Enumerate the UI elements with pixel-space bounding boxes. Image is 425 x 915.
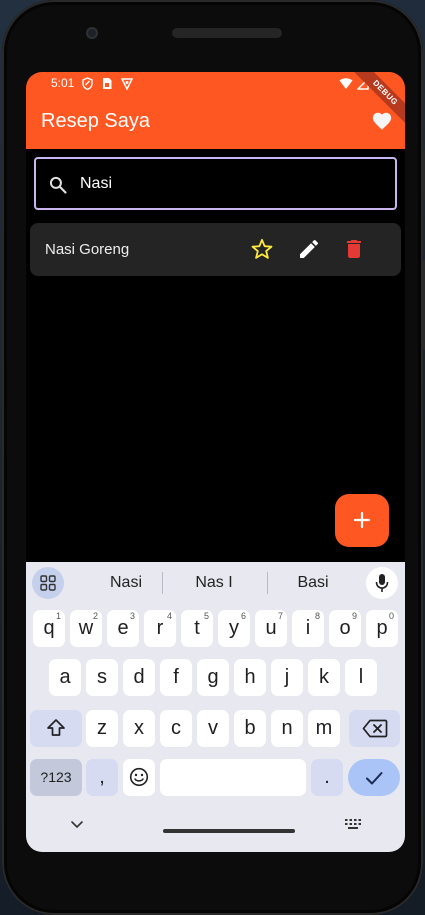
key-y[interactable]: y6 xyxy=(218,610,250,647)
search-icon xyxy=(49,176,67,194)
app-title: Resep Saya xyxy=(41,110,150,132)
key-g[interactable]: g xyxy=(197,659,229,696)
shift-key[interactable] xyxy=(30,710,82,747)
enter-check-icon xyxy=(366,772,383,785)
key-z[interactable]: z xyxy=(86,710,118,747)
key-v[interactable]: v xyxy=(197,710,229,747)
emoji-key[interactable] xyxy=(123,759,155,796)
suggestion-bar: Nasi Nas I Basi xyxy=(26,562,405,602)
earpiece-speaker xyxy=(172,28,282,38)
key-e[interactable]: e3 xyxy=(107,610,139,647)
app-screen: 5:01 Resep Saya DEBUG Nasi Nasi Goreng N… xyxy=(26,72,405,852)
suggestion-1[interactable]: Nasi xyxy=(86,574,166,592)
suggestion-divider xyxy=(162,572,163,594)
key-j[interactable]: j xyxy=(271,659,303,696)
recipe-list-item[interactable]: Nasi Goreng xyxy=(30,223,401,276)
search-input[interactable] xyxy=(80,170,380,198)
shield-status-icon xyxy=(82,77,93,90)
key-m[interactable]: m xyxy=(308,710,340,747)
symbols-key[interactable]: ?123 xyxy=(30,759,82,796)
backspace-icon xyxy=(362,719,388,738)
key-l[interactable]: l xyxy=(345,659,377,696)
key-k[interactable]: k xyxy=(308,659,340,696)
voice-input-button[interactable] xyxy=(366,567,398,599)
chevron-down-icon[interactable] xyxy=(70,820,84,830)
plus-icon xyxy=(353,511,371,529)
key-w[interactable]: w2 xyxy=(70,610,102,647)
suggestion-3[interactable]: Basi xyxy=(273,574,353,592)
soft-keyboard: Nasi Nas I Basi q1 w2 e 3 r 4 t 5 y 6 u … xyxy=(26,562,405,852)
key-s[interactable]: s xyxy=(86,659,118,696)
key-o[interactable]: o9 xyxy=(329,610,361,647)
sim-card-icon xyxy=(103,78,112,89)
search-field[interactable] xyxy=(34,157,397,210)
add-recipe-fab[interactable] xyxy=(335,494,389,547)
shift-icon xyxy=(47,719,65,736)
grid-icon xyxy=(40,575,56,591)
home-gesture-bar[interactable] xyxy=(163,829,295,833)
key-i[interactable]: i8 xyxy=(292,610,324,647)
key-h[interactable]: h xyxy=(234,659,266,696)
navigation-bar xyxy=(26,807,405,852)
keyboard-menu-button[interactable] xyxy=(32,567,64,599)
emoji-icon xyxy=(129,767,149,787)
status-time: 5:01 xyxy=(51,76,75,90)
suggestion-divider xyxy=(267,572,268,594)
phone-frame: 5:01 Resep Saya DEBUG Nasi Nasi Goreng N… xyxy=(2,0,425,915)
key-f[interactable]: f xyxy=(160,659,192,696)
key-a[interactable]: a xyxy=(49,659,81,696)
key-x[interactable]: x xyxy=(123,710,155,747)
period-key[interactable]: . xyxy=(311,759,343,796)
front-camera xyxy=(86,27,98,39)
space-key[interactable] xyxy=(160,759,306,796)
key-b[interactable]: b xyxy=(234,710,266,747)
comma-key[interactable]: , xyxy=(86,759,118,796)
vpn-status-icon xyxy=(121,78,133,90)
device-background: 5:01 Resep Saya DEBUG Nasi Nasi Goreng N… xyxy=(0,0,425,915)
recipe-name: Nasi Goreng xyxy=(45,241,130,258)
suggestion-2[interactable]: Nas I xyxy=(174,574,254,592)
key-c[interactable]: c xyxy=(160,710,192,747)
edit-pencil-icon[interactable] xyxy=(297,237,321,261)
key-t[interactable]: t5 xyxy=(181,610,213,647)
star-outline-icon[interactable] xyxy=(250,237,274,261)
key-d[interactable]: d xyxy=(123,659,155,696)
key-p[interactable]: p0 xyxy=(366,610,398,647)
mic-icon xyxy=(375,574,389,592)
key-u[interactable]: u7 xyxy=(255,610,287,647)
app-bar: 5:01 Resep Saya DEBUG xyxy=(26,72,405,149)
keyboard-icon[interactable] xyxy=(345,819,361,830)
backspace-key[interactable] xyxy=(349,710,400,747)
delete-trash-icon[interactable] xyxy=(342,237,366,261)
enter-key[interactable] xyxy=(348,759,400,796)
heart-icon[interactable] xyxy=(371,110,393,132)
key-q[interactable]: q1 xyxy=(33,610,65,647)
status-bar: 5:01 xyxy=(26,72,405,96)
key-r[interactable]: r4 xyxy=(144,610,176,647)
wifi-icon xyxy=(339,78,353,89)
key-n[interactable]: n xyxy=(271,710,303,747)
